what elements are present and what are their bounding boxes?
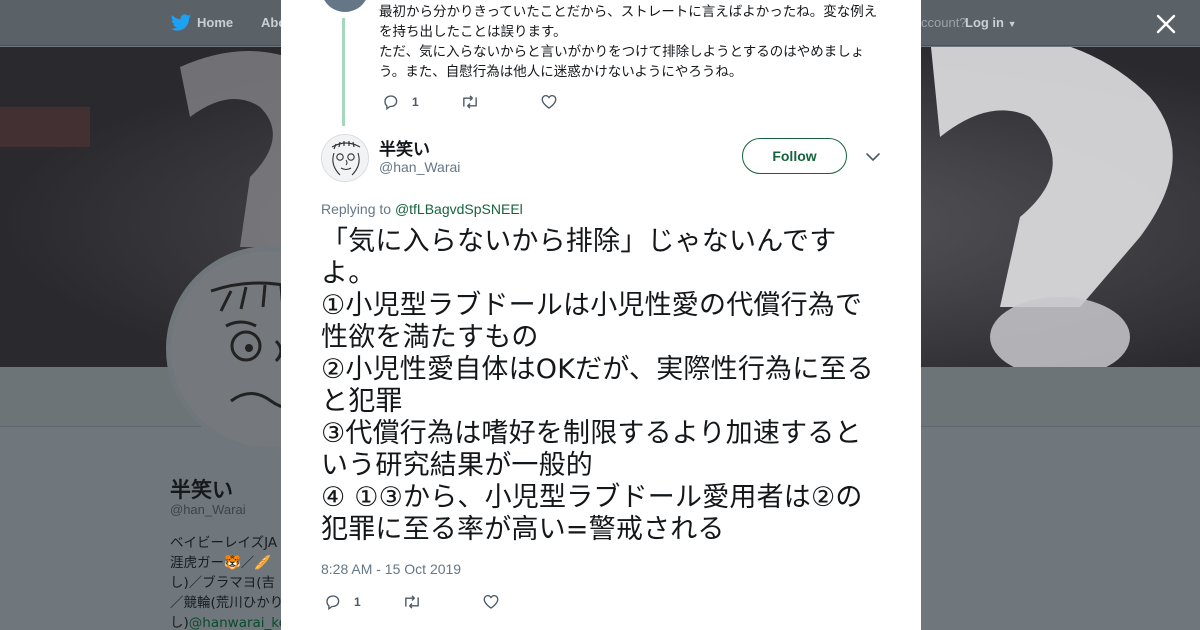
login-label: Log in (965, 15, 1004, 30)
like-icon (541, 94, 557, 109)
replying-to-prefix: Replying to (321, 201, 392, 217)
previous-tweet-text: 最初から分かりきっていたことだから、ストレートに言えばよかったね。変な例えを持ち… (379, 4, 878, 80)
prev-retweet-button[interactable] (460, 93, 480, 111)
previous-tweet-avatar[interactable] (321, 0, 369, 12)
reply-button[interactable]: 1 (324, 593, 361, 611)
tweet-author-avatar[interactable] (321, 134, 369, 182)
tweet-author-handle[interactable]: @han_Warai (379, 159, 460, 175)
account-prompt-text: ccount? (921, 15, 967, 30)
retweet-button[interactable] (402, 593, 422, 611)
profile-handle: @han_Warai (170, 502, 246, 517)
twitter-bird-icon[interactable] (170, 12, 192, 34)
bio-line: ／競輪(荒川ひかり (170, 595, 282, 611)
bio-line: し)／ブラマヨ(吉 (170, 575, 276, 591)
reply-icon (326, 595, 340, 611)
replying-to-line: Replying to @tfLBagvdSpSNEEl (321, 201, 523, 217)
follow-button[interactable]: Follow (742, 138, 847, 174)
nav-home-link[interactable]: Home (197, 15, 233, 30)
retweet-icon (463, 95, 477, 109)
prev-reply-button[interactable]: 1 (382, 93, 419, 111)
tweet-timestamp[interactable]: 8:28 AM - 15 Oct 2019 (321, 561, 461, 577)
chevron-down-icon: ▼ (1007, 19, 1017, 29)
avatar-drawing (322, 135, 368, 181)
reply-count: 1 (354, 595, 361, 609)
profile-name: 半笑い (170, 478, 233, 502)
retweet-icon (405, 595, 419, 609)
replying-to-mention[interactable]: @tfLBagvdSpSNEEl (395, 201, 523, 217)
tweet-modal: 最初から分かりきっていたことだから、ストレートに言えばよかったね。変な例えを持ち… (281, 0, 921, 630)
like-icon (483, 594, 499, 609)
bio-line-text: し) (170, 615, 189, 630)
close-icon[interactable] (1152, 10, 1180, 38)
login-button[interactable]: Log in ▼ (965, 15, 1017, 30)
chevron-down-icon[interactable] (865, 150, 881, 164)
bio-line: 涯虎ガー🐯／🥖 (170, 555, 272, 571)
bio-line: し)@hanwarai_ke (170, 613, 282, 630)
prev-like-button[interactable] (540, 93, 558, 111)
reply-icon (384, 95, 398, 111)
bio-line: ベイビーレイズJA (170, 535, 278, 551)
profile-bio: ベイビーレイズJA 涯虎ガー🐯／🥖 し)／ブラマヨ(吉 ／競輪(荒川ひかり し)… (170, 533, 282, 630)
bio-link[interactable]: @hanwarai_ke (189, 615, 282, 630)
prev-reply-count: 1 (412, 95, 419, 109)
like-button[interactable] (482, 593, 500, 611)
thread-connector-line (342, 18, 345, 126)
tweet-text: 「気に入らないから排除」じゃないんですよ。 ①小児型ラブドールは小児性愛の代償行… (321, 226, 874, 545)
tweet-author-name[interactable]: 半笑い (379, 135, 430, 160)
